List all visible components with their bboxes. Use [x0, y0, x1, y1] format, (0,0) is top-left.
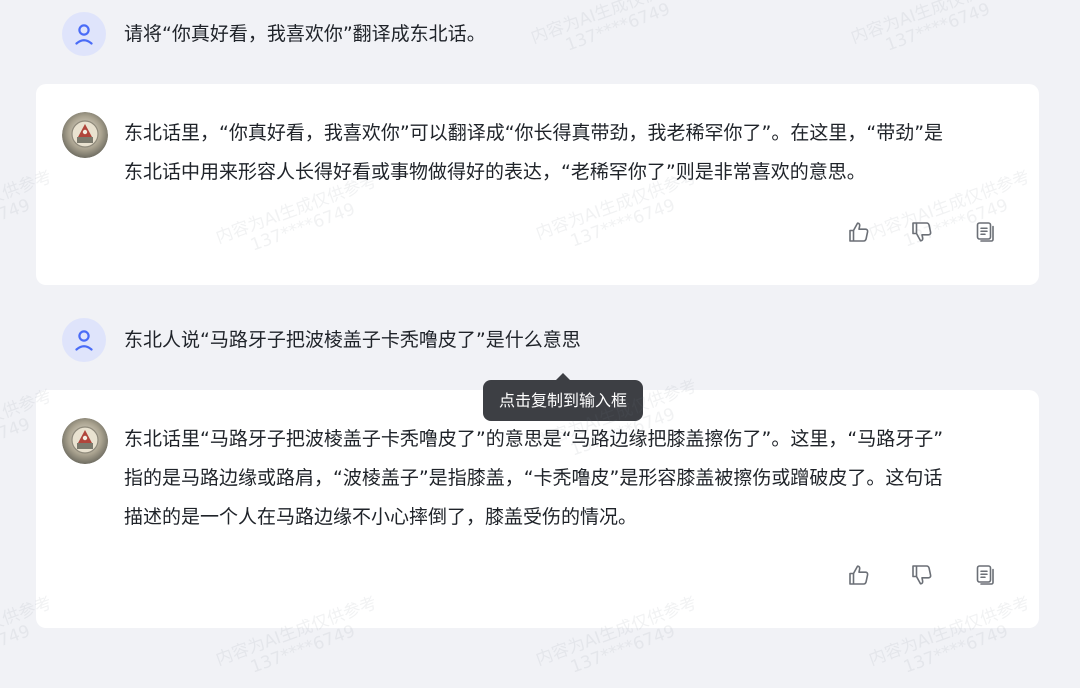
thumbs-down-icon	[912, 222, 932, 242]
like-button[interactable]	[846, 219, 872, 245]
bot-avatar-emblem	[62, 418, 108, 464]
message-actions	[846, 562, 998, 588]
bot-avatar	[62, 418, 108, 464]
text-line: 东北话中用来形容人长得好看或事物做得好的表达，“老稀罕你了”则是非常喜欢的意思。	[124, 161, 866, 183]
text-line: 东北话里“马路牙子把波棱盖子卡秃噜皮了”的意思是“马路边缘把膝盖擦伤了”。这里，…	[124, 428, 944, 450]
assistant-message-card: 东北话里，“你真好看，我喜欢你”可以翻译成“你长得真带劲，我老稀罕你了”。在这里…	[36, 84, 1039, 285]
user-icon	[75, 330, 93, 351]
dislike-button[interactable]	[909, 562, 935, 588]
assistant-message-card: 东北话里“马路牙子把波棱盖子卡秃噜皮了”的意思是“马路边缘把膝盖擦伤了”。这里，…	[36, 390, 1039, 628]
user-message-text: 东北人说“马路牙子把波棱盖子卡秃噜皮了”是什么意思	[124, 329, 581, 351]
watermark: 内容为AI生成仅供参考137****6749	[528, 0, 695, 56]
user-avatar	[62, 318, 106, 362]
message-actions	[846, 219, 998, 245]
tooltip-text: 点击复制到输入框	[498, 391, 627, 410]
tooltip-arrow	[555, 373, 571, 381]
copy-icon	[976, 565, 994, 585]
user-message-2[interactable]: 东北人说“马路牙子把波棱盖子卡秃噜皮了”是什么意思	[62, 318, 581, 362]
assistant-message-text: 东北话里“马路牙子把波棱盖子卡秃噜皮了”的意思是“马路边缘把膝盖擦伤了”。这里，…	[124, 420, 1019, 537]
user-message-text: 请将“你真好看，我喜欢你”翻译成东北话。	[124, 23, 486, 45]
thumbs-up-icon	[849, 222, 869, 242]
thumbs-down-icon	[912, 565, 932, 585]
bot-avatar	[62, 112, 108, 158]
bot-avatar-emblem	[62, 112, 108, 158]
like-button[interactable]	[846, 562, 872, 588]
user-avatar	[62, 12, 106, 56]
assistant-message-text: 东北话里，“你真好看，我喜欢你”可以翻译成“你长得真带劲，我老稀罕你了”。在这里…	[124, 114, 1019, 192]
dislike-button[interactable]	[909, 219, 935, 245]
watermark: 内容为AI生成仅供参考137****6749	[848, 0, 1015, 56]
user-message-1[interactable]: 请将“你真好看，我喜欢你”翻译成东北话。	[62, 12, 486, 56]
copy-icon	[976, 222, 994, 242]
user-icon	[75, 24, 93, 45]
copy-button[interactable]	[972, 219, 998, 245]
thumbs-up-icon	[849, 565, 869, 585]
text-line: 描述的是一个人在马路边缘不小心摔倒了，膝盖受伤的情况。	[124, 506, 638, 528]
copy-button[interactable]	[972, 562, 998, 588]
text-line: 东北话里，“你真好看，我喜欢你”可以翻译成“你长得真带劲，我老稀罕你了”。在这里…	[124, 122, 944, 144]
text-line: 指的是马路边缘或路肩，“波棱盖子”是指膝盖，“卡秃噜皮”是形容膝盖被擦伤或蹭破皮…	[124, 467, 943, 489]
copy-to-input-tooltip: 点击复制到输入框	[483, 373, 643, 421]
